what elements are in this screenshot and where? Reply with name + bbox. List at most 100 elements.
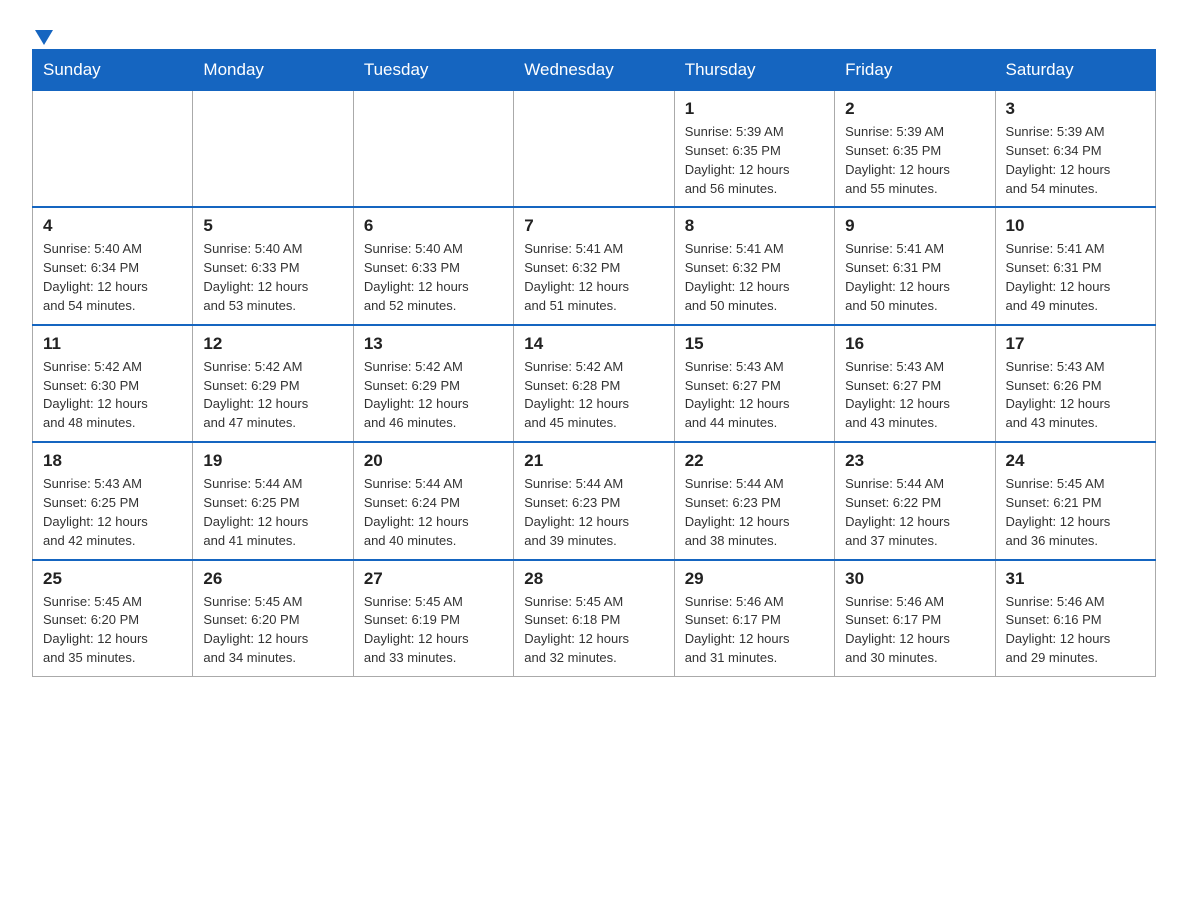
day-info: Sunrise: 5:39 AMSunset: 6:34 PMDaylight:…	[1006, 123, 1145, 198]
calendar-cell: 14 Sunrise: 5:42 AMSunset: 6:28 PMDayligh…	[514, 325, 674, 442]
logo-triangle-icon	[35, 30, 53, 45]
day-number: 19	[203, 451, 342, 471]
calendar-cell: 30Sunrise: 5:46 AMSunset: 6:17 PMDayligh…	[835, 560, 995, 677]
calendar-cell: 22 Sunrise: 5:44 AMSunset: 6:23 PMDayligh…	[674, 442, 834, 559]
day-info: Sunrise: 5:43 AMSunset: 6:26 PMDaylight:…	[1006, 358, 1145, 433]
day-info: Sunrise: 5:41 AMSunset: 6:32 PMDaylight:…	[685, 240, 824, 315]
calendar-cell: 23 Sunrise: 5:44 AMSunset: 6:22 PMDayligh…	[835, 442, 995, 559]
calendar-cell: 5Sunrise: 5:40 AMSunset: 6:33 PMDaylight…	[193, 207, 353, 324]
day-number: 20	[364, 451, 503, 471]
calendar-cell: 9 Sunrise: 5:41 AMSunset: 6:31 PMDaylight…	[835, 207, 995, 324]
day-info: Sunrise: 5:45 AMSunset: 6:20 PMDaylight:…	[43, 593, 182, 668]
day-number: 30	[845, 569, 984, 589]
day-number: 24	[1006, 451, 1145, 471]
day-info: Sunrise: 5:45 AMSunset: 6:19 PMDaylight:…	[364, 593, 503, 668]
day-info: Sunrise: 5:46 AMSunset: 6:16 PMDaylight:…	[1006, 593, 1145, 668]
calendar-cell: 12Sunrise: 5:42 AMSunset: 6:29 PMDayligh…	[193, 325, 353, 442]
weekday-header-sunday: Sunday	[33, 50, 193, 91]
day-info: Sunrise: 5:43 AMSunset: 6:25 PMDaylight:…	[43, 475, 182, 550]
calendar-cell	[33, 91, 193, 208]
day-number: 31	[1006, 569, 1145, 589]
day-number: 2	[845, 99, 984, 119]
day-number: 4	[43, 216, 182, 236]
calendar-cell: 16 Sunrise: 5:43 AMSunset: 6:27 PMDayligh…	[835, 325, 995, 442]
weekday-header-saturday: Saturday	[995, 50, 1155, 91]
calendar-cell: 18 Sunrise: 5:43 AMSunset: 6:25 PMDayligh…	[33, 442, 193, 559]
calendar-cell	[353, 91, 513, 208]
day-number: 18	[43, 451, 182, 471]
calendar-cell: 1 Sunrise: 5:39 AMSunset: 6:35 PMDaylight…	[674, 91, 834, 208]
day-number: 25	[43, 569, 182, 589]
calendar-cell: 4 Sunrise: 5:40 AMSunset: 6:34 PMDaylight…	[33, 207, 193, 324]
day-number: 7	[524, 216, 663, 236]
calendar-cell: 2 Sunrise: 5:39 AMSunset: 6:35 PMDaylight…	[835, 91, 995, 208]
calendar-cell: 19Sunrise: 5:44 AMSunset: 6:25 PMDayligh…	[193, 442, 353, 559]
day-number: 22	[685, 451, 824, 471]
day-number: 10	[1006, 216, 1145, 236]
day-info: Sunrise: 5:44 AMSunset: 6:23 PMDaylight:…	[524, 475, 663, 550]
day-number: 27	[364, 569, 503, 589]
day-info: Sunrise: 5:40 AMSunset: 6:33 PMDaylight:…	[364, 240, 503, 315]
day-number: 28	[524, 569, 663, 589]
calendar-cell: 24 Sunrise: 5:45 AMSunset: 6:21 PMDayligh…	[995, 442, 1155, 559]
day-number: 6	[364, 216, 503, 236]
day-info: Sunrise: 5:43 AMSunset: 6:27 PMDaylight:…	[685, 358, 824, 433]
week-row-5: 25 Sunrise: 5:45 AMSunset: 6:20 PMDayligh…	[33, 560, 1156, 677]
day-number: 23	[845, 451, 984, 471]
week-row-2: 4 Sunrise: 5:40 AMSunset: 6:34 PMDaylight…	[33, 207, 1156, 324]
day-number: 9	[845, 216, 984, 236]
calendar-table: SundayMondayTuesdayWednesdayThursdayFrid…	[32, 49, 1156, 677]
day-number: 5	[203, 216, 342, 236]
calendar-cell	[514, 91, 674, 208]
calendar-cell: 27 Sunrise: 5:45 AMSunset: 6:19 PMDayligh…	[353, 560, 513, 677]
calendar-cell: 3 Sunrise: 5:39 AMSunset: 6:34 PMDaylight…	[995, 91, 1155, 208]
page-header	[32, 24, 1156, 41]
day-info: Sunrise: 5:46 AMSunset: 6:17 PMDaylight:…	[685, 593, 824, 668]
day-number: 1	[685, 99, 824, 119]
day-number: 11	[43, 334, 182, 354]
calendar-cell: 26 Sunrise: 5:45 AMSunset: 6:20 PMDayligh…	[193, 560, 353, 677]
day-info: Sunrise: 5:39 AMSunset: 6:35 PMDaylight:…	[685, 123, 824, 198]
calendar-cell: 8 Sunrise: 5:41 AMSunset: 6:32 PMDaylight…	[674, 207, 834, 324]
day-number: 16	[845, 334, 984, 354]
day-number: 8	[685, 216, 824, 236]
day-number: 13	[364, 334, 503, 354]
calendar-cell: 6 Sunrise: 5:40 AMSunset: 6:33 PMDaylight…	[353, 207, 513, 324]
day-info: Sunrise: 5:42 AMSunset: 6:28 PMDaylight:…	[524, 358, 663, 433]
calendar-cell: 29 Sunrise: 5:46 AMSunset: 6:17 PMDayligh…	[674, 560, 834, 677]
day-number: 29	[685, 569, 824, 589]
calendar-cell: 11Sunrise: 5:42 AMSunset: 6:30 PMDayligh…	[33, 325, 193, 442]
day-info: Sunrise: 5:44 AMSunset: 6:22 PMDaylight:…	[845, 475, 984, 550]
day-number: 15	[685, 334, 824, 354]
day-info: Sunrise: 5:44 AMSunset: 6:23 PMDaylight:…	[685, 475, 824, 550]
day-info: Sunrise: 5:40 AMSunset: 6:34 PMDaylight:…	[43, 240, 182, 315]
calendar-cell: 15 Sunrise: 5:43 AMSunset: 6:27 PMDayligh…	[674, 325, 834, 442]
day-info: Sunrise: 5:45 AMSunset: 6:20 PMDaylight:…	[203, 593, 342, 668]
calendar-cell: 31 Sunrise: 5:46 AMSunset: 6:16 PMDayligh…	[995, 560, 1155, 677]
weekday-header-row: SundayMondayTuesdayWednesdayThursdayFrid…	[33, 50, 1156, 91]
week-row-4: 18 Sunrise: 5:43 AMSunset: 6:25 PMDayligh…	[33, 442, 1156, 559]
weekday-header-tuesday: Tuesday	[353, 50, 513, 91]
calendar-cell	[193, 91, 353, 208]
week-row-3: 11Sunrise: 5:42 AMSunset: 6:30 PMDayligh…	[33, 325, 1156, 442]
weekday-header-wednesday: Wednesday	[514, 50, 674, 91]
day-info: Sunrise: 5:41 AMSunset: 6:31 PMDaylight:…	[1006, 240, 1145, 315]
day-info: Sunrise: 5:39 AMSunset: 6:35 PMDaylight:…	[845, 123, 984, 198]
calendar-cell: 17 Sunrise: 5:43 AMSunset: 6:26 PMDayligh…	[995, 325, 1155, 442]
day-info: Sunrise: 5:41 AMSunset: 6:31 PMDaylight:…	[845, 240, 984, 315]
calendar-cell: 20Sunrise: 5:44 AMSunset: 6:24 PMDayligh…	[353, 442, 513, 559]
day-number: 14	[524, 334, 663, 354]
day-info: Sunrise: 5:45 AMSunset: 6:21 PMDaylight:…	[1006, 475, 1145, 550]
logo	[32, 24, 53, 41]
week-row-1: 1 Sunrise: 5:39 AMSunset: 6:35 PMDaylight…	[33, 91, 1156, 208]
weekday-header-monday: Monday	[193, 50, 353, 91]
day-info: Sunrise: 5:43 AMSunset: 6:27 PMDaylight:…	[845, 358, 984, 433]
day-info: Sunrise: 5:42 AMSunset: 6:29 PMDaylight:…	[203, 358, 342, 433]
day-number: 26	[203, 569, 342, 589]
calendar-cell: 10 Sunrise: 5:41 AMSunset: 6:31 PMDayligh…	[995, 207, 1155, 324]
day-number: 17	[1006, 334, 1145, 354]
day-info: Sunrise: 5:45 AMSunset: 6:18 PMDaylight:…	[524, 593, 663, 668]
weekday-header-friday: Friday	[835, 50, 995, 91]
day-number: 3	[1006, 99, 1145, 119]
calendar-cell: 28 Sunrise: 5:45 AMSunset: 6:18 PMDayligh…	[514, 560, 674, 677]
